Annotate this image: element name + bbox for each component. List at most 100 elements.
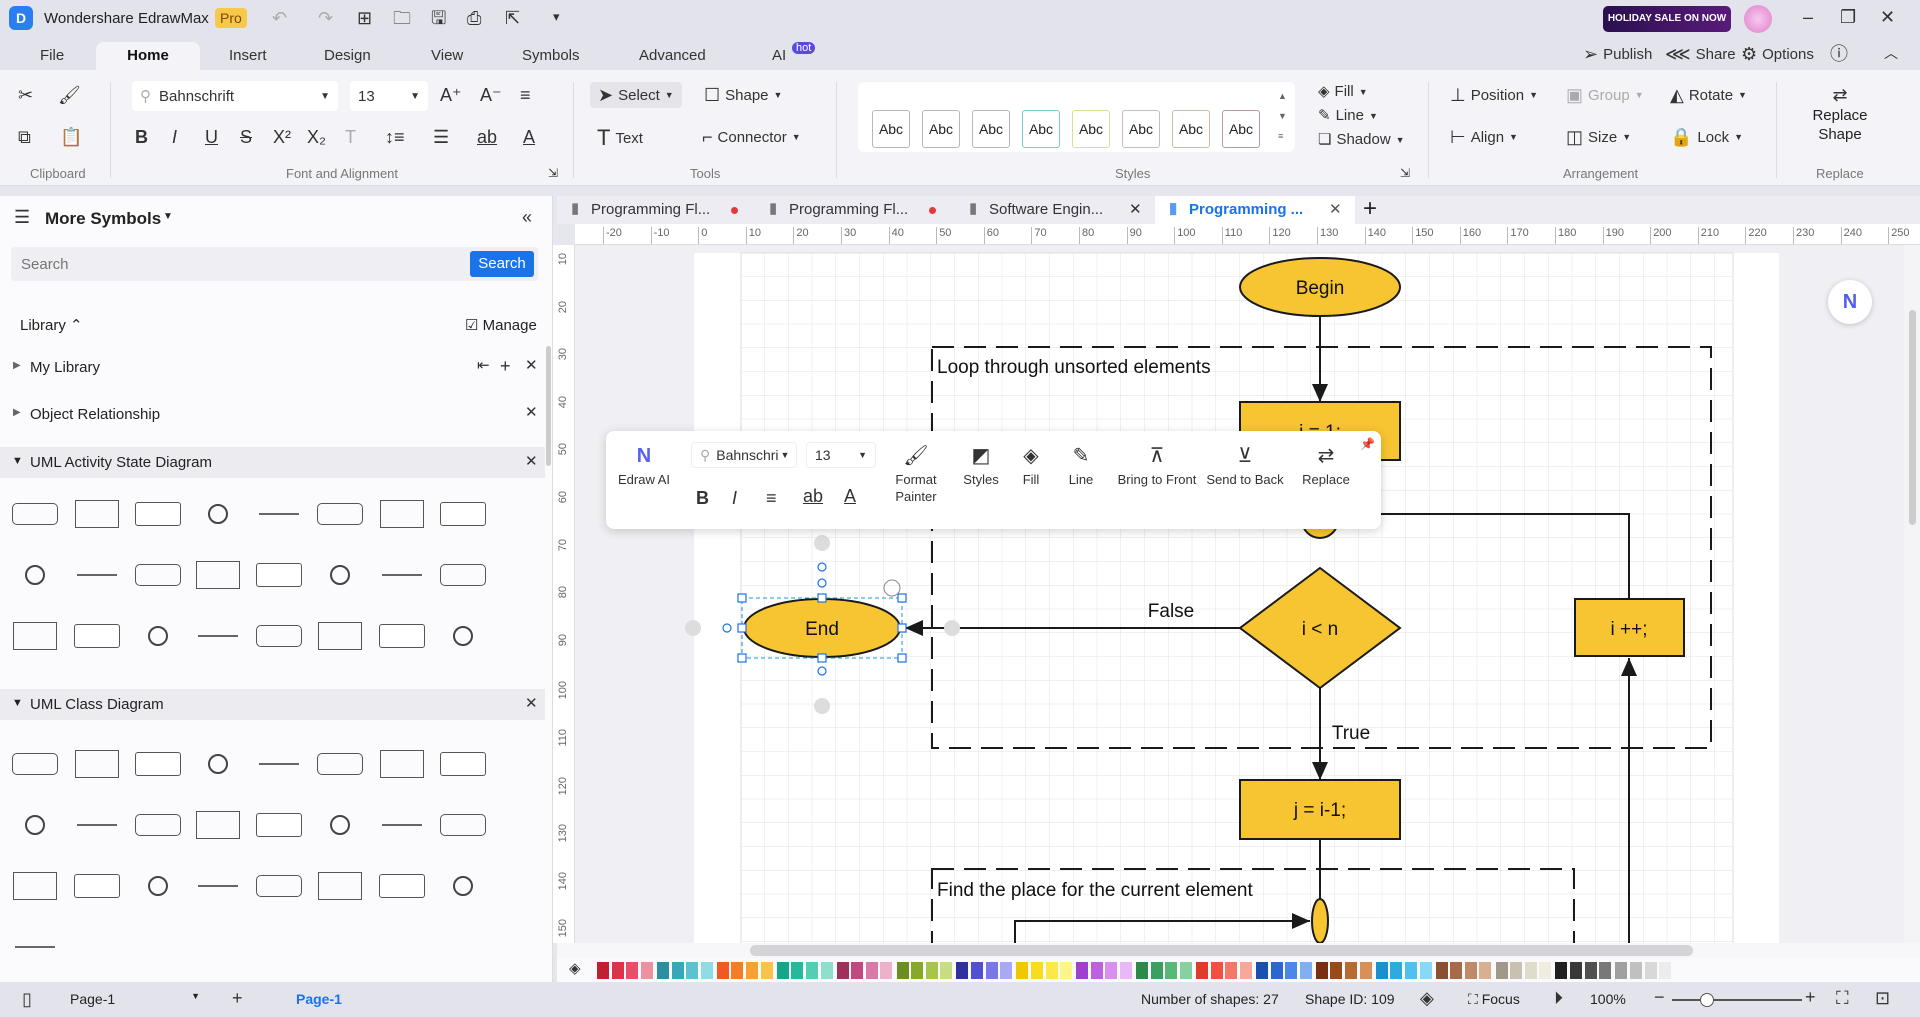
library-symbol[interactable] bbox=[10, 496, 60, 532]
tab-advanced[interactable]: Advanced bbox=[635, 42, 710, 70]
style-swatch[interactable]: Abc bbox=[1222, 110, 1260, 148]
fill-button[interactable]: ◈ Fill bbox=[1011, 441, 1051, 488]
close-icon[interactable]: ✕ bbox=[525, 454, 538, 469]
new-icon[interactable]: ⊞ bbox=[357, 9, 372, 27]
save-icon[interactable]: 🖫 bbox=[431, 9, 446, 27]
font-family-select[interactable]: ⚲ Bahnschrift ▼ bbox=[132, 81, 338, 111]
library-symbol[interactable] bbox=[315, 746, 365, 782]
color-swatch[interactable] bbox=[1510, 962, 1523, 979]
close-icon[interactable]: ✕ bbox=[525, 696, 538, 711]
library-symbol[interactable] bbox=[377, 557, 427, 593]
color-swatch[interactable] bbox=[1464, 962, 1477, 979]
color-swatch[interactable] bbox=[1016, 962, 1029, 979]
color-swatch[interactable] bbox=[1375, 962, 1388, 979]
library-symbol[interactable] bbox=[377, 618, 427, 654]
library-symbol[interactable] bbox=[438, 868, 488, 904]
underline-icon[interactable]: U bbox=[205, 128, 218, 146]
section-uml-activity[interactable]: ▼ UML Activity State Diagram ✕ bbox=[0, 447, 545, 478]
library-symbol[interactable] bbox=[72, 807, 122, 843]
color-swatch[interactable] bbox=[805, 962, 818, 979]
align-icon[interactable]: ≡ bbox=[520, 86, 531, 104]
library-symbol[interactable] bbox=[254, 557, 304, 593]
color-swatch[interactable] bbox=[776, 962, 789, 979]
color-swatch[interactable] bbox=[700, 962, 713, 979]
color-swatch[interactable] bbox=[640, 962, 653, 979]
dialog-launcher-icon[interactable]: ⇲ bbox=[1400, 167, 1410, 179]
color-swatch[interactable] bbox=[1270, 962, 1283, 979]
color-swatch[interactable] bbox=[1150, 962, 1163, 979]
vertical-scrollbar[interactable] bbox=[1904, 245, 1920, 943]
send-to-back-button[interactable]: ⊻ Send to Back bbox=[1204, 441, 1286, 488]
tab-ai[interactable]: AI bbox=[768, 42, 790, 70]
customize-icon[interactable]: ▾ bbox=[553, 10, 560, 23]
copy-icon[interactable]: ⧉ bbox=[18, 128, 31, 146]
color-swatch[interactable] bbox=[851, 962, 864, 979]
color-swatch[interactable] bbox=[1539, 962, 1552, 979]
dialog-launcher-icon[interactable]: ⇲ bbox=[548, 167, 558, 179]
library-symbol[interactable] bbox=[133, 618, 183, 654]
doc-tab-active[interactable]: ▮ Programming ... ✕ bbox=[1155, 196, 1355, 224]
color-swatch[interactable] bbox=[820, 962, 833, 979]
redo-icon[interactable]: ↷ bbox=[318, 9, 333, 27]
library-symbol[interactable] bbox=[133, 807, 183, 843]
library-symbol[interactable] bbox=[10, 807, 60, 843]
color-swatch[interactable] bbox=[836, 962, 849, 979]
highlight-icon[interactable]: ab bbox=[477, 128, 497, 146]
gallery-scroll[interactable]: ▲ ▼ ≡ bbox=[1278, 86, 1287, 146]
connector-button[interactable]: ⌐ Connector ▼ bbox=[702, 128, 801, 146]
select-button[interactable]: ➤ Select ▼ bbox=[590, 82, 682, 108]
zoom-slider[interactable] bbox=[1672, 993, 1802, 1007]
new-tab-button[interactable]: + bbox=[1363, 196, 1377, 222]
style-swatch[interactable]: Abc bbox=[1122, 110, 1160, 148]
promo-banner[interactable]: HOLIDAY SALE ON NOW bbox=[1603, 6, 1731, 32]
library-symbol[interactable] bbox=[133, 868, 183, 904]
cut-icon[interactable]: ✂ bbox=[18, 86, 33, 104]
manage-button[interactable]: ☑ Manage bbox=[465, 316, 537, 334]
color-swatch[interactable] bbox=[1255, 962, 1268, 979]
color-swatch[interactable] bbox=[746, 962, 758, 979]
strikethrough-icon[interactable]: S bbox=[240, 128, 252, 146]
library-symbol[interactable] bbox=[10, 746, 60, 782]
shape-button[interactable]: ☐ Shape ▼ bbox=[704, 86, 782, 104]
zoom-level[interactable]: 100% bbox=[1590, 991, 1626, 1007]
library-symbol[interactable] bbox=[315, 618, 365, 654]
replace-button[interactable]: ⇄ Replace bbox=[1296, 441, 1356, 488]
tab-insert[interactable]: Insert bbox=[225, 42, 271, 70]
library-symbol[interactable] bbox=[193, 496, 243, 532]
restore-icon[interactable]: ❐ bbox=[1840, 8, 1856, 26]
library-symbol[interactable] bbox=[315, 557, 365, 593]
library-item-my-library[interactable]: ▶ My Library ⇤ + ✕ bbox=[0, 356, 545, 382]
fill-button[interactable]: ◈ Fill ▼ bbox=[1318, 83, 1368, 100]
align-icon[interactable]: ≡ bbox=[766, 489, 777, 507]
print-icon[interactable]: ⎙ bbox=[467, 9, 481, 27]
library-symbol[interactable] bbox=[254, 868, 304, 904]
library-symbol[interactable] bbox=[10, 618, 60, 654]
color-swatch[interactable] bbox=[1359, 962, 1372, 979]
library-symbol[interactable] bbox=[72, 868, 122, 904]
lock-button[interactable]: 🔒 Lock ▼ bbox=[1670, 128, 1743, 146]
tab-symbols[interactable]: Symbols bbox=[518, 42, 584, 70]
library-symbol[interactable] bbox=[377, 807, 427, 843]
color-swatch[interactable] bbox=[971, 962, 983, 979]
page-tab[interactable]: Page-1 bbox=[296, 991, 342, 1007]
color-swatch[interactable] bbox=[1136, 962, 1149, 979]
color-swatch[interactable] bbox=[731, 962, 744, 979]
color-swatch[interactable] bbox=[760, 962, 773, 979]
color-swatch[interactable] bbox=[1599, 962, 1612, 979]
color-swatch[interactable] bbox=[1000, 962, 1013, 979]
focus-button[interactable]: ⛶ Focus bbox=[1468, 991, 1520, 1008]
color-swatch[interactable] bbox=[1629, 962, 1642, 979]
search-button[interactable]: Search bbox=[470, 251, 534, 277]
collapse-panel-icon[interactable]: « bbox=[522, 208, 532, 226]
color-swatch[interactable] bbox=[626, 962, 639, 979]
page-select[interactable]: Page-1 ▼ bbox=[70, 991, 200, 1007]
color-swatch[interactable] bbox=[1076, 962, 1089, 979]
style-swatch[interactable]: Abc bbox=[1172, 110, 1210, 148]
library-symbol[interactable] bbox=[254, 618, 304, 654]
play-icon[interactable]: ⏵ bbox=[1554, 989, 1563, 1007]
color-swatch[interactable] bbox=[671, 962, 684, 979]
avatar[interactable] bbox=[1744, 5, 1772, 33]
float-font-select[interactable]: ⚲ Bahnschri ▼ bbox=[691, 442, 797, 468]
color-swatch[interactable] bbox=[1179, 962, 1192, 979]
bold-icon[interactable]: B bbox=[135, 128, 148, 146]
